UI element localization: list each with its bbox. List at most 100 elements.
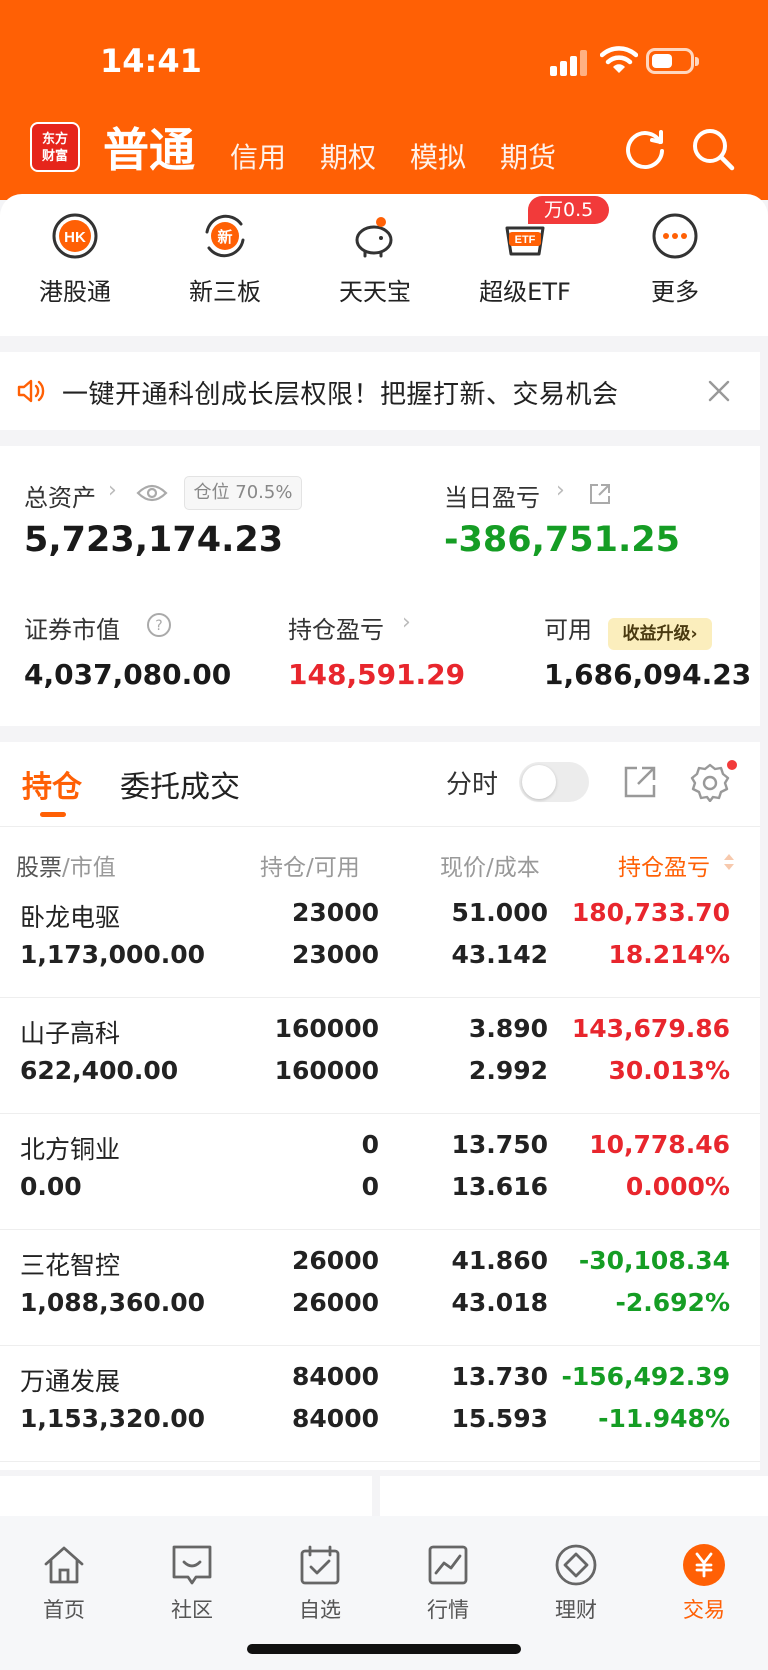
available-qty: 0 (361, 1172, 379, 1201)
more-icon (652, 213, 698, 259)
current-price: 41.860 (451, 1246, 548, 1275)
timeshare-toggle[interactable] (519, 762, 589, 802)
nav-label: 自选 (299, 1598, 341, 1622)
daily-pl-value: -386,751.25 (444, 520, 680, 560)
stock-name: 三花智控 (20, 1251, 121, 1280)
nav-community[interactable]: 社区 (128, 1542, 256, 1622)
market-value: 1,173,000.00 (20, 940, 206, 969)
cost-price: 15.593 (451, 1404, 548, 1433)
svg-text:ETF: ETF (515, 234, 536, 246)
current-price: 3.890 (468, 1014, 548, 1043)
market-value: 622,400.00 (20, 1056, 179, 1085)
col-sep: / (62, 855, 70, 881)
holding-row[interactable]: 卧龙电驱 1,173,000.00 23000 23000 51.000 43.142 18… (0, 884, 760, 998)
help-icon[interactable]: ? (146, 612, 172, 638)
available-qty: 26000 (292, 1288, 379, 1317)
holding-pl: -30,108.34 (578, 1246, 730, 1275)
market-value: 4,037,080.00 (24, 658, 232, 691)
holding-pl-pct: 0.000% (625, 1172, 730, 1201)
shortcut-new-third-board[interactable]: 新 新三板 (150, 194, 300, 336)
nav-market[interactable]: 行情 (384, 1542, 512, 1622)
nav-trade[interactable]: 交易 (640, 1542, 768, 1622)
col-sep: / (306, 855, 314, 881)
tab-options[interactable]: 期权 (320, 136, 376, 176)
tab-normal-account[interactable]: 普通 (103, 114, 195, 180)
battery-icon (646, 48, 699, 74)
sort-icon[interactable] (722, 850, 736, 874)
holding-qty: 160000 (274, 1014, 379, 1043)
holding-pl: 180,733.70 (571, 898, 730, 927)
search-icon[interactable] (690, 126, 736, 172)
shortcut-hk-connect[interactable]: HK 港股通 (0, 194, 150, 336)
holding-pl: 10,778.46 (589, 1130, 730, 1159)
notice-banner[interactable]: 一键开通科创成长层权限！把握打新、交易机会 (0, 352, 760, 430)
position-value: 70.5% (235, 482, 293, 503)
available-qty: 160000 (274, 1056, 379, 1085)
svg-text:?: ? (155, 618, 162, 634)
nav-watchlist[interactable]: 自选 (256, 1542, 384, 1622)
holding-pl-label[interactable]: 持仓盈亏 (288, 610, 384, 645)
position-ratio-tag: 仓位 70.5% (184, 476, 302, 510)
current-price: 13.750 (451, 1130, 548, 1159)
holdings-panel: 持仓 委托成交 分时 股票/市值 持仓/可用 现价/成本 持仓盈亏 卧龙电驱 1,… (0, 742, 760, 1470)
shortcut-more[interactable]: 更多 (600, 194, 750, 336)
nav-label: 理财 (555, 1598, 597, 1622)
col-stock: 股票 (16, 855, 62, 881)
holding-row[interactable]: 山子高科 622,400.00 160000 160000 3.890 2.992 143,… (0, 1000, 760, 1114)
tab-orders-trades[interactable]: 委托成交 (120, 762, 240, 806)
holding-row[interactable]: 万通发展 1,153,320.00 84000 84000 13.730 15.593 -1… (0, 1348, 760, 1462)
available-label: 可用 (544, 616, 592, 644)
holding-row[interactable]: 三花智控 1,088,360.00 26000 26000 41.860 43.018 -3… (0, 1232, 760, 1346)
shortcut-tiantianbao[interactable]: 天天宝 (300, 194, 450, 336)
available-qty: 23000 (292, 940, 379, 969)
settings-gear-icon[interactable] (690, 762, 730, 802)
tab-holdings[interactable]: 持仓 (22, 762, 82, 806)
holding-qty: 0 (361, 1130, 379, 1159)
piggy-bank-icon (355, 217, 393, 258)
stock-name: 万通发展 (20, 1367, 121, 1396)
close-icon[interactable] (706, 378, 732, 404)
notification-dot (727, 760, 737, 770)
shortcut-label: 港股通 (39, 278, 111, 306)
market-value: 1,153,320.00 (20, 1404, 206, 1433)
tab-credit[interactable]: 信用 (230, 136, 286, 176)
col-available: 可用 (313, 855, 360, 881)
account-type-navbar: 东方 财富 普通 信用 期权 模拟 期货 (0, 120, 768, 200)
eye-icon[interactable] (136, 482, 168, 504)
shortcut-label: 更多 (651, 278, 699, 306)
daily-pl-label[interactable]: 当日盈亏 (444, 478, 540, 513)
cellular-signal-icon (550, 50, 588, 76)
nav-wealth[interactable]: 理财 (512, 1542, 640, 1622)
home-indicator[interactable] (247, 1644, 521, 1654)
holding-pl-value: 148,591.29 (288, 658, 466, 691)
position-label: 仓位 (193, 482, 230, 503)
wealth-icon (555, 1544, 597, 1586)
svg-text:HK: HK (64, 229, 86, 246)
app-logo: 东方 财富 (30, 122, 80, 172)
tab-futures[interactable]: 期货 (500, 136, 556, 176)
stock-name: 山子高科 (20, 1019, 121, 1048)
yield-upgrade-button[interactable]: 收益升级› (608, 618, 712, 650)
tab-simulation[interactable]: 模拟 (410, 136, 466, 176)
total-assets-value: 5,723,174.23 (24, 520, 284, 560)
current-price: 13.730 (451, 1362, 548, 1391)
shortcut-label: 新三板 (189, 278, 261, 306)
share-icon[interactable] (620, 762, 660, 802)
column-holding-pl[interactable]: 持仓盈亏 (618, 848, 710, 882)
asset-summary: 总资产 › 仓位 70.5% 5,723,174.23 当日盈亏 › -386,… (0, 446, 760, 726)
cost-price: 13.616 (451, 1172, 548, 1201)
nav-home[interactable]: 首页 (0, 1542, 128, 1622)
holding-pl-pct: -11.948% (598, 1404, 730, 1433)
column-price-cost: 现价/成本 (440, 848, 540, 882)
column-holding-available: 持仓/可用 (260, 848, 360, 882)
available-value: 1,686,094.23 (544, 658, 752, 691)
refresh-icon[interactable] (622, 126, 668, 172)
speaker-icon (17, 379, 45, 403)
yield-upgrade-label: 收益升级 (622, 624, 691, 644)
share-link-icon[interactable] (588, 482, 612, 506)
holding-row[interactable]: 北方铜业 0.00 0 0 13.750 13.616 10,778.46 0.000% (0, 1116, 760, 1230)
total-assets-label[interactable]: 总资产 (24, 478, 96, 513)
available-qty: 84000 (292, 1404, 379, 1433)
app-header: 14:41 东方 财富 普通 信用 期权 模拟 期货 (0, 0, 768, 200)
col-market-value: 市值 (69, 855, 116, 881)
